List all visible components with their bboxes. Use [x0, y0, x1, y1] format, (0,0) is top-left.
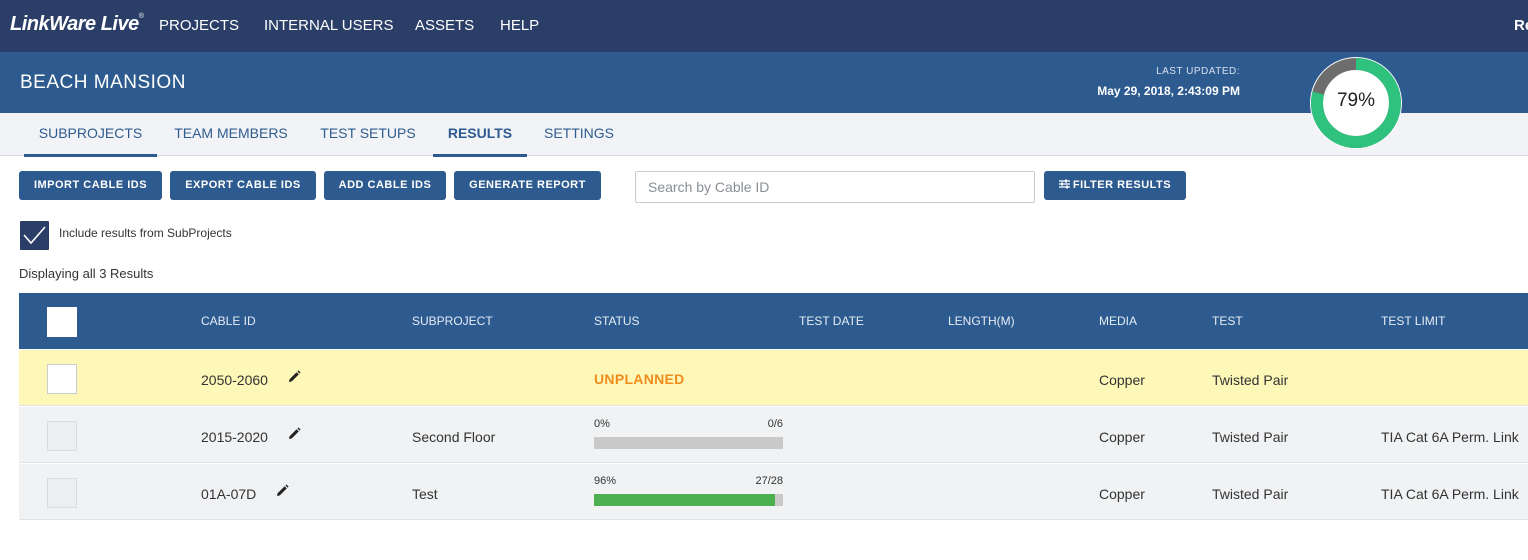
tab-label: TEAM MEMBERS: [174, 125, 288, 141]
filter-results-button[interactable]: FILTER RESULTS: [1044, 171, 1186, 200]
last-updated-value: May 29, 2018, 2:43:09 PM: [1097, 84, 1240, 98]
logo[interactable]: LinkWare Live®: [10, 13, 144, 36]
generate-report-button[interactable]: GENERATE REPORT: [454, 171, 601, 200]
search-input[interactable]: [635, 171, 1035, 203]
row-checkbox[interactable]: [47, 421, 77, 451]
column-header-media[interactable]: MEDIA: [1099, 314, 1137, 328]
nav-assets[interactable]: ASSETS: [415, 17, 474, 34]
subproject: Test: [412, 486, 438, 502]
include-subprojects-label: Include results from SubProjects: [59, 226, 232, 240]
results-count: Displaying all 3 Results: [19, 266, 154, 281]
tab-underline: [433, 154, 527, 157]
table-row[interactable]: 2050-2060 UNPLANNED Copper Twisted Pair: [19, 350, 1528, 406]
last-updated-label: LAST UPDATED:: [1156, 66, 1240, 77]
progress-bar: [594, 437, 783, 449]
column-header-test-limit[interactable]: TEST LIMIT: [1381, 314, 1445, 328]
checkmark-icon: [23, 226, 46, 245]
row-checkbox[interactable]: [47, 478, 77, 508]
add-cable-ids-button[interactable]: ADD CABLE IDS: [324, 171, 446, 200]
column-header-test[interactable]: TEST: [1212, 314, 1243, 328]
column-header-test-date[interactable]: TEST DATE: [799, 314, 864, 328]
edit-pencil-icon[interactable]: [275, 484, 289, 498]
include-subprojects-checkbox[interactable]: [20, 221, 49, 250]
project-title: BEACH MANSION: [20, 72, 186, 93]
table-row[interactable]: 01A-07D Test 96% 27/28 Copper Twisted Pa…: [19, 464, 1528, 520]
media: Copper: [1099, 429, 1145, 445]
column-header-length[interactable]: LENGTH(M): [948, 314, 1015, 328]
project-header: BEACH MANSION LAST UPDATED: May 29, 2018…: [0, 52, 1528, 113]
test-type: Twisted Pair: [1212, 372, 1289, 388]
cable-id: 2015-2020: [201, 429, 268, 445]
progress-bar-fill: [594, 494, 776, 506]
status-badge: UNPLANNED: [594, 371, 685, 387]
progress-percent: 0%: [594, 418, 610, 430]
progress-percent: 96%: [594, 475, 617, 487]
subproject: Second Floor: [412, 429, 496, 445]
column-header-status[interactable]: STATUS: [594, 314, 640, 328]
test-type: Twisted Pair: [1212, 486, 1289, 502]
nav-internal-users[interactable]: INTERNAL USERS: [264, 17, 393, 34]
tab-label: SUBPROJECTS: [38, 125, 143, 141]
tab-results[interactable]: RESULTS: [433, 113, 527, 157]
logo-text: LinkWare Live: [10, 13, 139, 35]
completion-percent: 79%: [1336, 90, 1376, 111]
tab-subprojects[interactable]: SUBPROJECTS: [24, 113, 157, 157]
select-all-checkbox[interactable]: [47, 307, 77, 337]
test-limit: TIA Cat 6A Perm. Link: [1381, 429, 1519, 445]
tab-settings[interactable]: SETTINGS: [530, 113, 628, 156]
results-table-header: CABLE ID SUBPROJECT STATUS TEST DATE LEN…: [19, 293, 1528, 349]
test-limit: TIA Cat 6A Perm. Link: [1381, 486, 1519, 502]
export-cable-ids-button[interactable]: EXPORT CABLE IDS: [170, 171, 316, 200]
tab-test-setups[interactable]: TEST SETUPS: [306, 113, 430, 156]
tab-label: SETTINGS: [543, 125, 614, 141]
column-header-subproject[interactable]: SUBPROJECT: [412, 314, 493, 328]
nav-help[interactable]: HELP: [500, 17, 539, 34]
tab-label: TEST SETUPS: [320, 125, 416, 141]
filter-results-label: FILTER RESULTS: [1072, 179, 1172, 191]
edit-pencil-icon[interactable]: [287, 427, 301, 441]
column-header-cable-id[interactable]: CABLE ID: [201, 314, 256, 328]
sliders-icon: [1058, 179, 1070, 189]
progress-count: 27/28: [755, 475, 783, 487]
tab-label: RESULTS: [447, 125, 513, 141]
nav-projects[interactable]: PROJECTS: [159, 17, 239, 34]
import-cable-ids-button[interactable]: IMPORT CABLE IDS: [19, 171, 162, 200]
cable-id: 2050-2060: [201, 372, 268, 388]
tab-underline: [24, 154, 157, 157]
cable-id: 01A-07D: [201, 486, 257, 502]
tab-team-members[interactable]: TEAM MEMBERS: [160, 113, 302, 156]
row-checkbox[interactable]: [47, 364, 77, 394]
top-nav: LinkWare Live® PROJECTS INTERNAL USERS A…: [0, 0, 1528, 52]
media: Copper: [1099, 486, 1145, 502]
edit-pencil-icon[interactable]: [287, 370, 301, 384]
logo-trademark: ®: [138, 13, 144, 20]
progress-count: 0/6: [767, 418, 783, 430]
test-type: Twisted Pair: [1212, 429, 1289, 445]
table-row[interactable]: 2015-2020 Second Floor 0% 0/6 Copper Twi…: [19, 407, 1528, 463]
project-tabs: SUBPROJECTS TEAM MEMBERS TEST SETUPS RES…: [0, 113, 1528, 157]
media: Copper: [1099, 372, 1145, 388]
progress-bar: [594, 494, 783, 506]
user-menu[interactable]: Re: [1514, 17, 1528, 34]
